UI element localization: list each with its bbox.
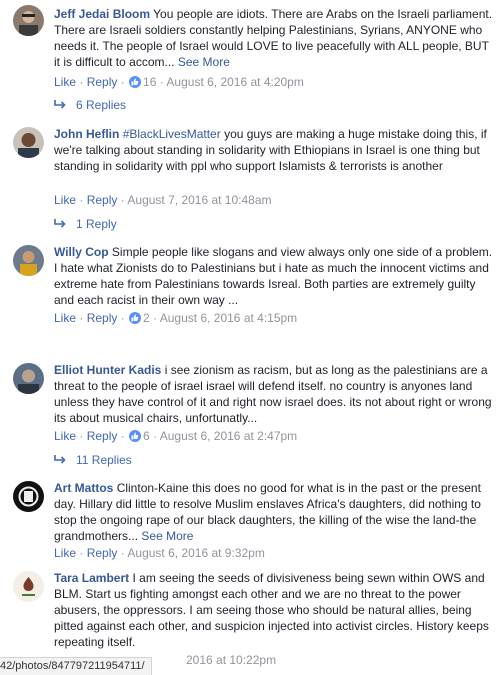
avatar[interactable] <box>13 245 44 276</box>
comment-actions: Like · Reply · August 6, 2016 at 9:32pm <box>54 546 265 560</box>
reply-link[interactable]: Reply <box>87 193 118 207</box>
comment-author[interactable]: Willy Cop <box>54 245 109 259</box>
comment-author[interactable]: Art Mattos <box>54 481 113 495</box>
replies-count-label[interactable]: 1 Reply <box>76 217 117 231</box>
comment-body: Willy Cop Simple people like slogans and… <box>54 244 498 308</box>
comment-actions: Like · Reply · 16 · August 6, 2016 at 4:… <box>54 75 304 89</box>
avatar[interactable] <box>13 571 44 602</box>
avatar[interactable] <box>13 127 44 158</box>
comment-author[interactable]: Jeff Jedai Bloom <box>54 7 150 21</box>
comment-author[interactable]: Elliot Hunter Kadis <box>54 363 161 377</box>
comment-body: Elliot Hunter Kadis i see zionism as rac… <box>54 362 498 426</box>
comment-body: Tara Lambert I am seeing the seeds of di… <box>54 570 498 650</box>
view-replies-link[interactable]: 6 Replies <box>54 97 126 113</box>
avatar[interactable] <box>13 363 44 394</box>
like-link[interactable]: Like <box>54 546 76 560</box>
comment-timestamp[interactable]: August 6, 2016 at 2:47pm <box>160 429 297 443</box>
comment-author[interactable]: John Heflin <box>54 127 119 141</box>
comment-text: you guys are making a huge mistake doing… <box>54 127 487 173</box>
browser-status-bar: 42/photos/847797211954711/ <box>0 657 152 675</box>
reply-arrow-icon <box>54 100 66 109</box>
avatar[interactable] <box>13 481 44 512</box>
see-more-link[interactable]: See More <box>178 55 230 69</box>
reply-link[interactable]: Reply <box>87 429 118 443</box>
hashtag-link[interactable]: #BlackLivesMatter <box>123 127 221 141</box>
comment-actions: Like · Reply · 6 · August 6, 2016 at 2:4… <box>54 429 298 443</box>
like-reaction-icon <box>129 76 142 88</box>
like-reaction-icon <box>129 430 142 442</box>
comment-author[interactable]: Tara Lambert <box>54 571 129 585</box>
comment-body: Jeff Jedai Bloom You people are idiots. … <box>54 6 498 70</box>
comment-timestamp[interactable]: August 6, 2016 at 4:20pm <box>166 75 303 89</box>
like-reaction-icon <box>129 312 142 324</box>
replies-count-label[interactable]: 11 Replies <box>76 453 132 467</box>
view-replies-link[interactable]: 1 Reply <box>54 216 117 232</box>
reply-link[interactable]: Reply <box>87 75 118 89</box>
comment-actions: Like · Reply · August 7, 2016 at 10:48am <box>54 193 272 207</box>
reaction-count[interactable]: 6 <box>143 429 150 443</box>
reply-arrow-icon <box>54 455 66 464</box>
like-link[interactable]: Like <box>54 75 76 89</box>
like-link[interactable]: Like <box>54 429 76 443</box>
reaction-count[interactable]: 16 <box>143 75 156 89</box>
reply-arrow-icon <box>54 219 66 228</box>
comment-timestamp[interactable]: August 7, 2016 at 10:48am <box>127 193 271 207</box>
comment-actions: 2016 at 10:22pm <box>186 652 276 668</box>
reply-link[interactable]: Reply <box>87 311 118 325</box>
comment-timestamp[interactable]: 2016 at 10:22pm <box>186 653 276 667</box>
comment-timestamp[interactable]: August 6, 2016 at 4:15pm <box>160 311 297 325</box>
reply-link[interactable]: Reply <box>87 546 118 560</box>
comment-body: John Heflin #BlackLivesMatter you guys a… <box>54 126 498 174</box>
status-bar-url: 42/photos/847797211954711/ <box>0 660 145 672</box>
like-link[interactable]: Like <box>54 193 76 207</box>
comment-text: Simple people like slogans and view alwa… <box>54 245 493 307</box>
comment-body: Art Mattos Clinton-Kaine this does no go… <box>54 480 498 544</box>
reaction-count[interactable]: 2 <box>143 311 150 325</box>
comment-actions: Like · Reply · 2 · August 6, 2016 at 4:1… <box>54 311 298 325</box>
view-replies-link[interactable]: 11 Replies <box>54 452 132 468</box>
comment-timestamp[interactable]: August 6, 2016 at 9:32pm <box>127 546 264 560</box>
like-link[interactable]: Like <box>54 311 76 325</box>
avatar[interactable] <box>13 5 44 36</box>
comment-text: Clinton-Kaine this does no good for what… <box>54 481 481 543</box>
see-more-link[interactable]: See More <box>141 529 193 543</box>
replies-count-label[interactable]: 6 Replies <box>76 98 126 112</box>
